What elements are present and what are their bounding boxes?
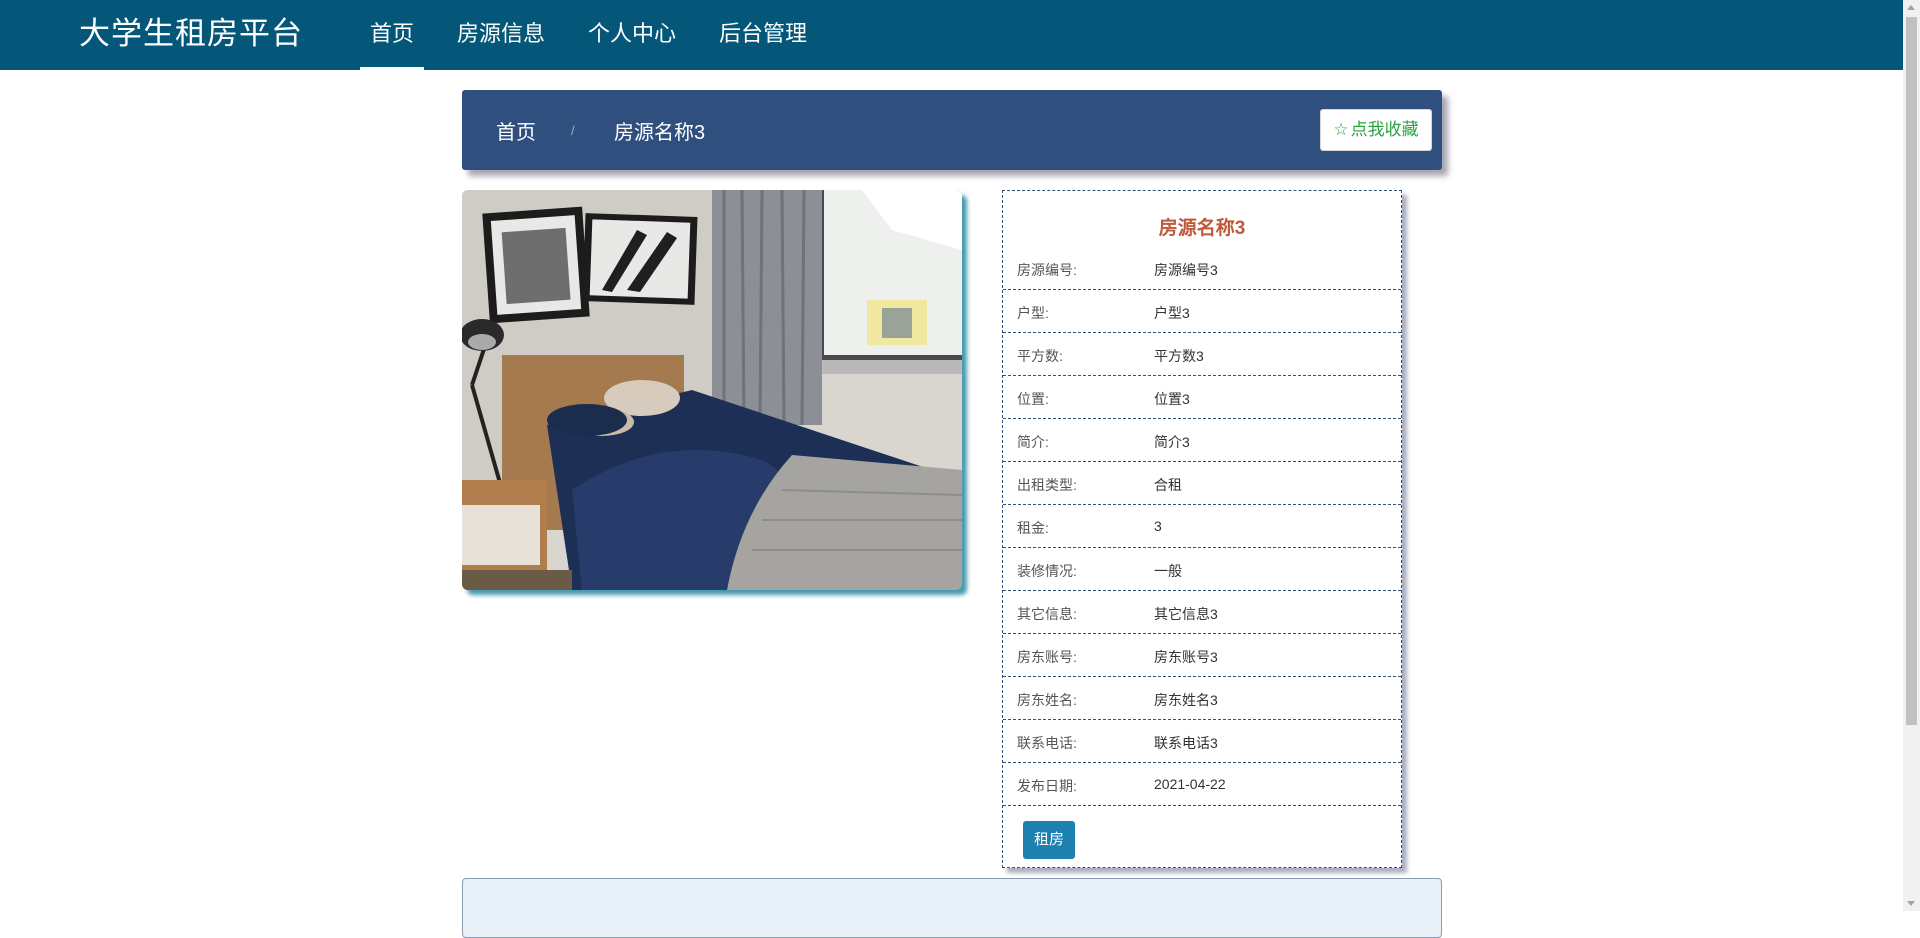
page-scrollbar[interactable] xyxy=(1903,0,1920,911)
detail-value: 简介3 xyxy=(1154,434,1190,450)
scroll-down-arrow-icon[interactable] xyxy=(1907,901,1915,906)
main-nav: 首页 房源信息 个人中心 后台管理 xyxy=(360,0,840,70)
house-detail-panel: 房源名称3 房源编号: 房源编号3 户型: 户型3 平方数: 平方数3 位置: 位置3 简介: 简… xyxy=(1002,190,1402,868)
detail-value: 2021-04-22 xyxy=(1154,776,1226,792)
detail-row-house-id: 房源编号: 房源编号3 xyxy=(1003,247,1401,290)
star-outline-icon: ☆ xyxy=(1333,120,1349,139)
breadcrumb-current: 房源名称3 xyxy=(614,122,706,144)
detail-label: 装修情况: xyxy=(1017,563,1077,579)
breadcrumb: 首页 / 房源名称3 ☆ 点我收藏 xyxy=(462,90,1442,170)
detail-label: 房东账号: xyxy=(1017,649,1077,665)
detail-label: 房源编号: xyxy=(1017,262,1077,278)
detail-row-publish-date: 发布日期: 2021-04-22 xyxy=(1003,763,1401,806)
detail-label: 房东姓名: xyxy=(1017,692,1077,708)
favorite-button[interactable]: ☆ 点我收藏 xyxy=(1320,109,1432,151)
detail-value: 其它信息3 xyxy=(1154,606,1218,622)
detail-row-location: 位置: 位置3 xyxy=(1003,376,1401,419)
detail-row-rental-type: 出租类型: 合租 xyxy=(1003,462,1401,505)
breadcrumb-separator: / xyxy=(571,123,575,138)
detail-row-area: 平方数: 平方数3 xyxy=(1003,333,1401,376)
detail-row-decoration: 装修情况: 一般 xyxy=(1003,548,1401,591)
house-title: 房源名称3 xyxy=(1158,218,1246,239)
site-brand[interactable]: 大学生租房平台 xyxy=(79,14,303,54)
nav-item-profile[interactable]: 个人中心 xyxy=(578,0,686,70)
detail-value: 一般 xyxy=(1154,563,1182,579)
detail-value: 户型3 xyxy=(1154,305,1190,321)
detail-label: 租金: xyxy=(1017,520,1049,536)
detail-value: 平方数3 xyxy=(1154,348,1204,364)
nav-item-listings[interactable]: 房源信息 xyxy=(447,0,555,70)
detail-label: 联系电话: xyxy=(1017,735,1077,751)
scroll-up-arrow-icon[interactable] xyxy=(1907,5,1915,10)
breadcrumb-home-link[interactable]: 首页 xyxy=(496,116,536,145)
top-navbar: 大学生租房平台 首页 房源信息 个人中心 后台管理 xyxy=(0,0,1903,70)
detail-value: 合租 xyxy=(1154,477,1182,493)
house-photo xyxy=(462,190,962,590)
detail-label: 平方数: xyxy=(1017,348,1063,364)
detail-label: 其它信息: xyxy=(1017,606,1077,622)
detail-row-landlord-account: 房东账号: 房东账号3 xyxy=(1003,634,1401,677)
scroll-thumb[interactable] xyxy=(1906,17,1917,725)
detail-value: 3 xyxy=(1154,518,1162,534)
nav-item-home[interactable]: 首页 xyxy=(360,0,425,70)
detail-row-other-info: 其它信息: 其它信息3 xyxy=(1003,591,1401,634)
rent-button[interactable]: 租房 xyxy=(1023,821,1075,859)
detail-value: 房东姓名3 xyxy=(1154,692,1218,708)
comment-panel xyxy=(462,878,1442,938)
detail-label: 简介: xyxy=(1017,434,1049,450)
detail-value: 联系电话3 xyxy=(1154,735,1218,751)
detail-row-summary: 简介: 简介3 xyxy=(1003,419,1401,462)
detail-row-landlord-name: 房东姓名: 房东姓名3 xyxy=(1003,677,1401,720)
detail-value: 房东账号3 xyxy=(1154,649,1218,665)
detail-label: 户型: xyxy=(1017,305,1049,321)
detail-value: 房源编号3 xyxy=(1154,262,1218,278)
detail-label: 发布日期: xyxy=(1017,778,1077,794)
detail-row-contact-phone: 联系电话: 联系电话3 xyxy=(1003,720,1401,763)
detail-value: 位置3 xyxy=(1154,391,1190,407)
detail-label: 出租类型: xyxy=(1017,477,1077,493)
favorite-button-label: 点我收藏 xyxy=(1350,120,1419,139)
detail-row-rent: 租金: 3 xyxy=(1003,505,1401,548)
detail-label: 位置: xyxy=(1017,391,1049,407)
nav-item-admin[interactable]: 后台管理 xyxy=(709,0,817,70)
detail-row-layout: 户型: 户型3 xyxy=(1003,290,1401,333)
